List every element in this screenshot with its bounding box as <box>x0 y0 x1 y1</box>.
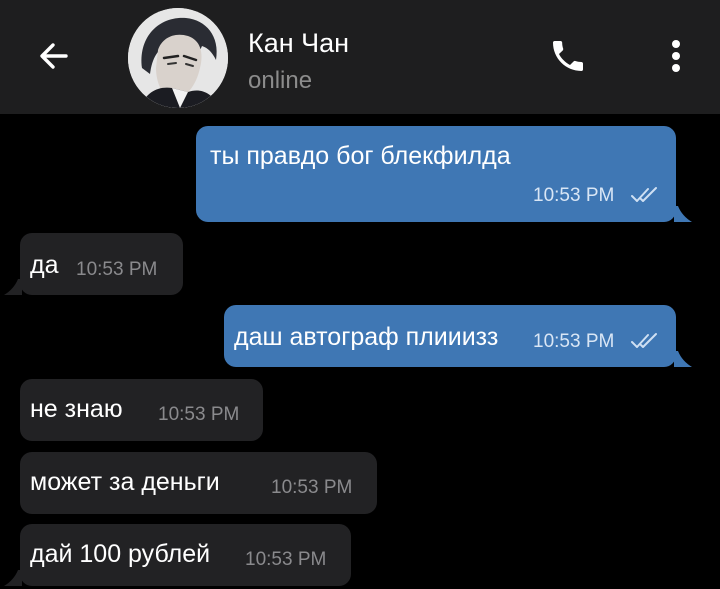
phone-icon <box>553 41 583 71</box>
message-text: дай 100 рублей <box>30 540 211 568</box>
back-arrow-icon <box>40 43 68 69</box>
call-button[interactable] <box>544 32 592 80</box>
contact-info[interactable]: Кан Чан online <box>248 26 349 96</box>
message-incoming[interactable]: дай 100 рублей 10:53 PM <box>20 524 351 586</box>
more-options-button[interactable] <box>656 32 696 80</box>
message-time: 10:53 PM <box>533 331 615 352</box>
bubble-tail <box>674 206 692 222</box>
double-check-icon <box>631 187 657 202</box>
message-time: 10:53 PM <box>533 185 615 206</box>
message-text: может за деньги <box>30 468 220 496</box>
message-text: да <box>30 251 59 279</box>
more-vertical-icon <box>672 40 680 72</box>
contact-status: online <box>248 67 313 94</box>
message-time: 10:53 PM <box>271 477 353 498</box>
message-incoming[interactable]: может за деньги 10:53 PM <box>20 452 377 514</box>
contact-name: Кан Чан <box>248 28 350 58</box>
back-button[interactable] <box>32 34 76 78</box>
bubble-tail <box>4 279 22 295</box>
bubble-tail <box>4 570 22 586</box>
message-incoming[interactable]: не знаю 10:53 PM <box>20 379 263 441</box>
message-outgoing[interactable]: даш автограф плииизз 10:53 PM <box>224 305 676 367</box>
message-time: 10:53 PM <box>158 404 240 425</box>
message-text: ты правдо бог блекфилда <box>210 142 511 170</box>
contact-avatar[interactable] <box>128 8 228 108</box>
chat-header: Кан Чан online <box>0 0 720 114</box>
message-time: 10:53 PM <box>76 259 158 280</box>
bubble-tail <box>674 351 692 367</box>
message-incoming[interactable]: да 10:53 PM <box>20 233 183 295</box>
message-text: даш автограф плииизз <box>234 323 499 351</box>
message-outgoing[interactable]: ты правдо бог блекфилда 10:53 PM <box>196 126 676 222</box>
message-text: не знаю <box>30 395 123 423</box>
double-check-icon <box>631 333 657 348</box>
message-time: 10:53 PM <box>245 549 327 570</box>
avatar-image <box>128 8 228 108</box>
